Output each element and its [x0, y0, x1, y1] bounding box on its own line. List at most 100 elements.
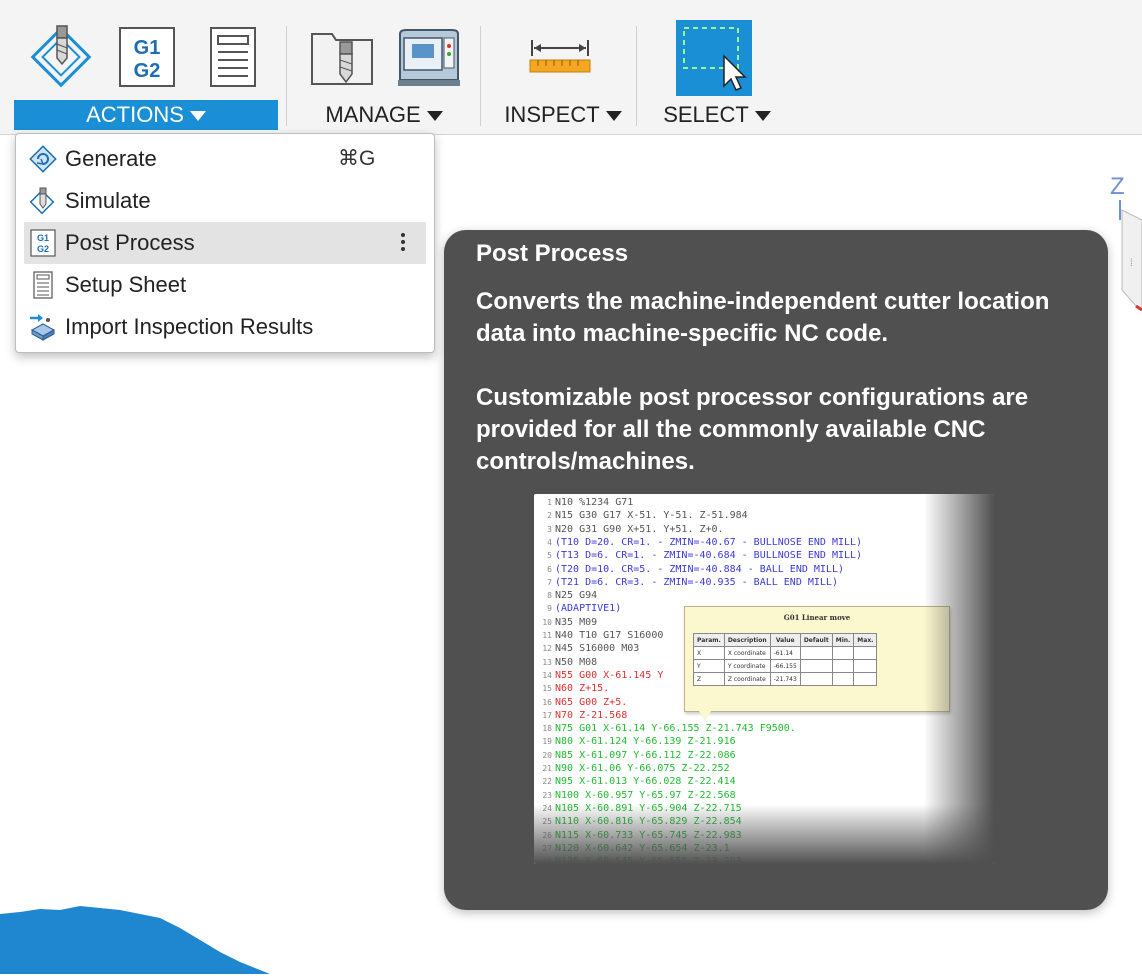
code-text: N40 T10 G17 S16000 [555, 630, 664, 641]
tool-library-icon[interactable] [308, 22, 378, 92]
nc-code-line: 18 N75 G01 X-61.14 Y-66.155 Z-21.743 F950… [534, 722, 795, 735]
code-text: N55 G00 X-61.145 Y [555, 669, 664, 681]
line-number: 4 [547, 537, 552, 547]
manage-label: MANAGE [325, 102, 421, 127]
line-number: 3 [547, 524, 552, 534]
nc-code-line: 6 (T20 D=10. CR=5. - ZMIN=-40.884 - BALL … [534, 563, 844, 576]
table-row: YY coordinate -66.155 [693, 659, 878, 673]
menu-item-post-process[interactable]: G1 G2 Post Process [24, 222, 426, 264]
simulate-icon [28, 186, 58, 216]
code-text: (T13 D=6. CR=1. - ZMIN=-40.684 - BULLNOS… [555, 550, 863, 562]
nc-code-line: 10 N35 M09 [534, 616, 597, 629]
line-number: 16 [542, 697, 552, 707]
nc-code-line: 20 N85 X-61.097 Y-66.112 Z-22.086 [534, 749, 736, 762]
table-header-cell: Value [769, 633, 801, 647]
table-header-cell: Max. [853, 633, 878, 647]
nc-code-line: 1 N10 %1234 G71 [534, 496, 633, 509]
menu-item-generate[interactable]: Generate ⌘G [24, 138, 426, 180]
actions-group: G1 G2 ACTIONS [0, 0, 282, 134]
line-number: 9 [547, 604, 552, 614]
menu-item-label: Setup Sheet [65, 272, 187, 297]
select-label: SELECT [663, 102, 749, 127]
machine-library-icon[interactable] [394, 22, 464, 92]
nc-code-line: 8 N25 G94 [534, 589, 597, 602]
more-options-icon[interactable] [398, 230, 408, 256]
code-text: N95 X-61.013 Y-66.028 Z-22.414 [555, 776, 736, 788]
setup-sheet-tool-icon[interactable] [198, 22, 268, 92]
table-cell: Y [693, 659, 725, 673]
measure-icon[interactable] [524, 22, 594, 92]
nc-code-line: 22 N95 X-61.013 Y-66.028 Z-22.414 [534, 775, 736, 788]
line-number: 22 [542, 777, 552, 787]
line-number: 10 [542, 617, 552, 627]
parameter-table: Param. Description Value Default Min. Max. XX… [693, 633, 878, 686]
code-text: N85 X-61.097 Y-66.112 Z-22.086 [555, 749, 736, 761]
code-text: N70 Z-21.568 [555, 709, 628, 721]
code-text: N60 Z+15. [555, 683, 610, 695]
popup-tail [699, 711, 711, 721]
nc-code-line: 23 N100 X-60.957 Y-65.97 Z-22.568 [534, 789, 735, 802]
actions-dropdown-menu: Generate ⌘G Simulate G1 G2 Post Process [15, 133, 435, 353]
line-number: 21 [542, 764, 552, 773]
nc-code-line: 19 N80 X-61.124 Y-66.139 Z-21.916 [534, 735, 735, 748]
menu-item-simulate[interactable]: Simulate [24, 180, 426, 222]
menu-item-import-inspection-results[interactable]: Import Inspection Results [24, 306, 426, 348]
table-header-cell: Min. [831, 633, 855, 647]
tooltip-title: Post Process [476, 240, 629, 267]
nc-code-line: 12 N45 S16000 M03 [534, 642, 639, 655]
table-row: XX coordinate -61.14 [693, 646, 878, 660]
shortcut-label: ⌘G [338, 147, 376, 170]
menu-item-label: Simulate [65, 188, 151, 213]
line-number: 20 [542, 750, 552, 760]
window-select-icon[interactable] [676, 20, 752, 96]
nc-code-preview-image: 1 N10 %1234 G71 2 N15 G30 G17 X-51. Y-51. Z… [534, 494, 994, 864]
table-header-cell: Param. [693, 633, 725, 647]
caret-down-icon [754, 111, 771, 122]
nc-code-line: 13 N50 M08 [534, 656, 597, 669]
menu-item-setup-sheet[interactable]: Setup Sheet [24, 264, 426, 306]
line-number: 1 [547, 498, 552, 507]
manage-group: MANAGE [290, 0, 476, 134]
menu-item-label: Import Inspection Results [65, 314, 314, 339]
code-text: (T10 D=20. CR=1. - ZMIN=-40.67 - BULLNOS… [555, 536, 863, 548]
tooltip-description-secondary: Customizable post processor configuratio… [476, 384, 1029, 475]
table-cell: X coordinate [723, 646, 771, 660]
line-number: 17 [542, 710, 552, 720]
code-text: (T21 D=6. CR=3. - ZMIN=-40.935 - BALL EN… [555, 576, 838, 588]
viewcube[interactable]: Z ⁞ [1100, 170, 1142, 330]
select-group: SELECT [640, 0, 790, 134]
table-header-cell: Description [723, 633, 771, 647]
svg-text:G2: G2 [134, 60, 161, 82]
nc-code-line: 15 N60 Z+15. [534, 682, 609, 695]
table-cell: -61.14 [769, 646, 801, 660]
caret-down-icon [426, 111, 443, 122]
nc-code-line: 5 (T13 D=6. CR=1. - ZMIN=-40.684 - BULLNO… [534, 549, 862, 562]
line-number: 11 [542, 631, 552, 640]
code-text: N50 M08 [555, 656, 598, 668]
nc-code-line: 9 (ADAPTIVE1) [534, 602, 621, 615]
line-number: 6 [547, 564, 552, 574]
menu-item-label: Generate [65, 146, 157, 171]
select-menu-button[interactable]: SELECT [654, 100, 780, 130]
generate-tool-icon[interactable] [26, 22, 96, 92]
nc-code-line: 7 (T21 D=6. CR=3. - ZMIN=-40.935 - BALL E… [534, 576, 838, 589]
code-text: N45 S16000 M03 [555, 643, 640, 655]
nc-code-line: 2 N15 G30 G17 X-51. Y-51. Z-51.984 [534, 509, 747, 522]
svg-text:Z: Z [1110, 173, 1125, 200]
manage-menu-button[interactable]: MANAGE [296, 100, 472, 130]
table-cell [853, 659, 878, 673]
line-number: 13 [542, 657, 552, 667]
caret-down-icon [605, 111, 622, 122]
code-text: N10 %1234 G71 [555, 497, 634, 508]
svg-text:⁞: ⁞ [1130, 258, 1133, 269]
actions-label: ACTIONS [86, 102, 184, 127]
actions-menu-button[interactable]: ACTIONS [14, 100, 278, 130]
table-cell [853, 646, 878, 660]
nc-code-line: 11 N40 T10 G17 S16000 [534, 629, 663, 642]
table-cell [831, 672, 855, 686]
inspect-menu-button[interactable]: INSPECT [496, 100, 630, 130]
table-cell [831, 646, 855, 660]
post-process-tool-icon[interactable]: G1 G2 [112, 22, 182, 92]
setup-sheet-icon [28, 270, 58, 300]
g01-linear-move-popup: G01 Linear move Param. Description Value De… [684, 606, 950, 721]
